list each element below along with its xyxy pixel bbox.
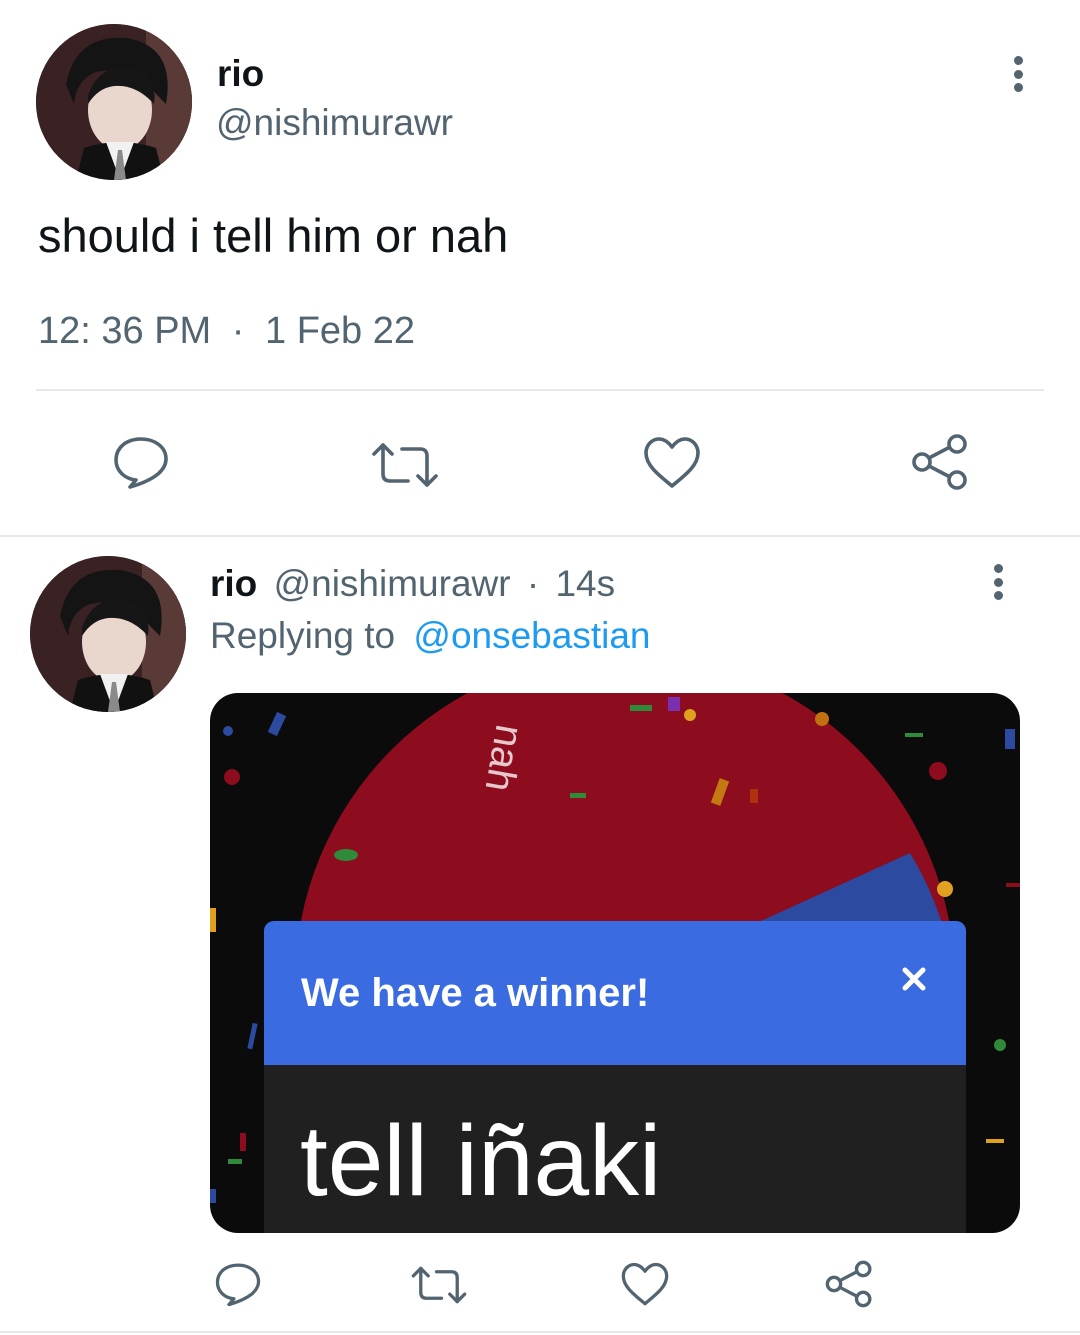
tweet-time: 12: 36 PM [38, 310, 212, 352]
replying-to-label: Replying to [210, 615, 396, 656]
share-button[interactable] [910, 432, 970, 492]
reply-header: rio @nishimurawr · 14s [210, 561, 615, 607]
share-icon [912, 434, 967, 490]
reply-icon [215, 1263, 261, 1307]
divider [36, 389, 1044, 391]
more-options-icon[interactable] [1011, 56, 1025, 92]
winner-result: tell iñaki [300, 1105, 662, 1217]
share-icon [825, 1260, 872, 1308]
avatar[interactable] [36, 24, 192, 180]
retweet-button[interactable] [410, 1264, 468, 1306]
tweet-date: 1 Feb 22 [265, 310, 415, 352]
divider [0, 1331, 1080, 1333]
heart-icon [621, 1262, 669, 1306]
close-icon[interactable] [896, 961, 932, 997]
reply-button[interactable] [112, 434, 170, 490]
divider [0, 535, 1080, 537]
retweet-button[interactable] [370, 440, 440, 490]
display-name[interactable]: rio [217, 52, 264, 96]
avatar[interactable] [30, 556, 186, 712]
display-name[interactable]: rio [210, 563, 257, 604]
user-handle[interactable]: @nishimurawr [216, 101, 453, 145]
meta-separator: · [231, 310, 245, 352]
replying-to: Replying to @onsebastian [210, 613, 651, 659]
tweet-media[interactable]: nah We have a winner! tell iñaki [210, 693, 1020, 1233]
retweet-icon [411, 1266, 467, 1304]
retweet-icon [372, 443, 438, 487]
like-button[interactable] [620, 1262, 670, 1307]
winner-dialog-title: We have a winner! [301, 971, 650, 1015]
tweet-timestamp: 12: 36 PM · 1 Feb 22 [38, 308, 415, 354]
winner-dialog-header: We have a winner! [264, 921, 966, 1065]
heart-icon [644, 437, 700, 488]
like-button[interactable] [642, 436, 702, 490]
reply-icon [114, 437, 168, 489]
user-handle[interactable]: @nishimurawr [274, 563, 511, 604]
tweet-age[interactable]: 14s [555, 563, 615, 604]
meta-separator: · [526, 563, 540, 604]
replying-to-handle[interactable]: @onsebastian [413, 615, 650, 656]
more-options-icon[interactable] [991, 564, 1005, 600]
reply-button[interactable] [214, 1261, 262, 1307]
winner-dialog: We have a winner! tell iñaki [264, 921, 966, 1233]
tweet-text: should i tell him or nah [38, 209, 509, 262]
share-button[interactable] [824, 1259, 874, 1309]
